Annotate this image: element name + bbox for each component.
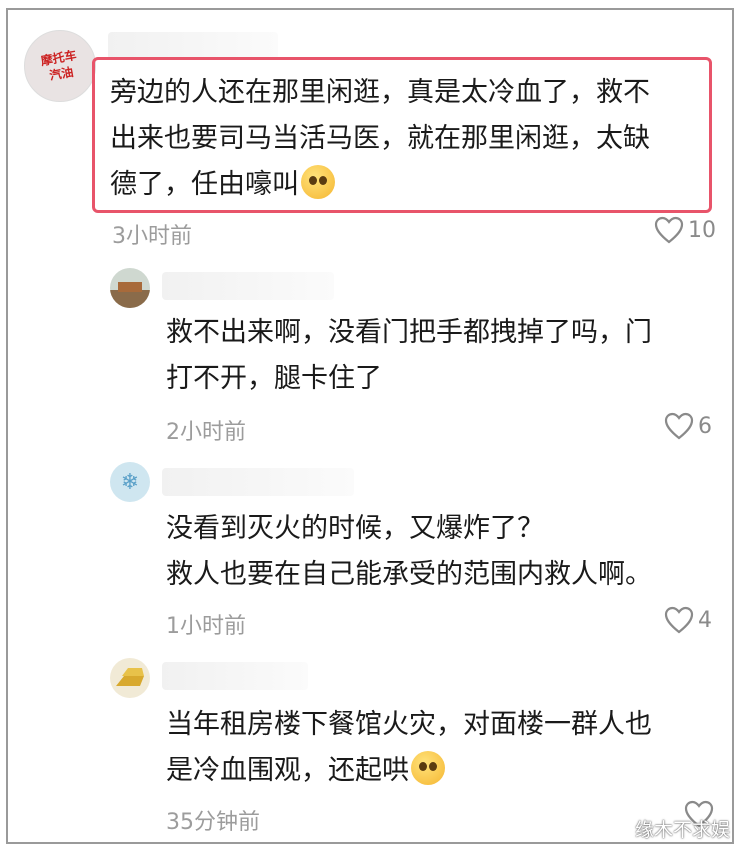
blurred-username[interactable] bbox=[162, 468, 354, 496]
like-count: 6 bbox=[698, 413, 712, 439]
comment-text-line: 救人也要在自己能承受的范围内救人啊。 bbox=[166, 559, 652, 590]
watermark: 缘木不求娱 bbox=[634, 819, 730, 841]
comment-text-line: 没看到灭火的时候，又爆炸了？ bbox=[166, 513, 544, 544]
like-button[interactable]: 10 bbox=[654, 216, 716, 244]
comment-text-line: 当年租房楼下餐馆火灾，对面楼一群人也 bbox=[166, 709, 652, 740]
heart-icon bbox=[664, 606, 694, 634]
avatar-logo-text: 摩托车 汽油 bbox=[39, 48, 78, 83]
gold-bar-icon bbox=[116, 668, 144, 686]
frown-emoji-icon bbox=[301, 165, 335, 199]
comment-text-line: 出来也要司马当活马医，就在那里闲逛，太缺 bbox=[110, 123, 650, 154]
like-button[interactable]: 6 bbox=[664, 412, 712, 440]
avatar[interactable] bbox=[110, 268, 150, 308]
blurred-username[interactable] bbox=[162, 272, 334, 300]
avatar-image-icon bbox=[110, 282, 150, 308]
comment-text-line: 是冷血围观，还起哄 bbox=[166, 748, 445, 794]
like-count: 10 bbox=[688, 217, 716, 243]
avatar[interactable]: 摩托车 汽油 bbox=[24, 30, 96, 102]
blush-emoji-icon bbox=[411, 751, 445, 785]
comment-text-line: 打不开，腿卡住了 bbox=[166, 363, 382, 394]
blurred-username[interactable] bbox=[108, 32, 278, 60]
like-button[interactable]: 4 bbox=[664, 606, 712, 634]
comment-time: 35分钟前 bbox=[166, 810, 260, 835]
snowflake-icon: ❄ bbox=[120, 469, 140, 495]
avatar[interactable]: ❄ bbox=[110, 462, 150, 502]
blurred-username[interactable] bbox=[162, 662, 308, 690]
avatar[interactable] bbox=[110, 658, 150, 698]
heart-icon bbox=[664, 412, 694, 440]
heart-icon bbox=[654, 216, 684, 244]
comment-time: 1小时前 bbox=[166, 614, 246, 639]
like-count: 4 bbox=[698, 607, 712, 633]
comment-text-line: 救不出来啊，没看门把手都拽掉了吗，门 bbox=[166, 317, 652, 348]
comment-time: 2小时前 bbox=[166, 420, 246, 445]
comment-time: 3小时前 bbox=[112, 224, 192, 249]
comment-text-line: 德了，任由嚎叫 bbox=[110, 162, 335, 208]
comment-text-line: 旁边的人还在那里闲逛，真是太冷血了，救不 bbox=[110, 77, 650, 108]
